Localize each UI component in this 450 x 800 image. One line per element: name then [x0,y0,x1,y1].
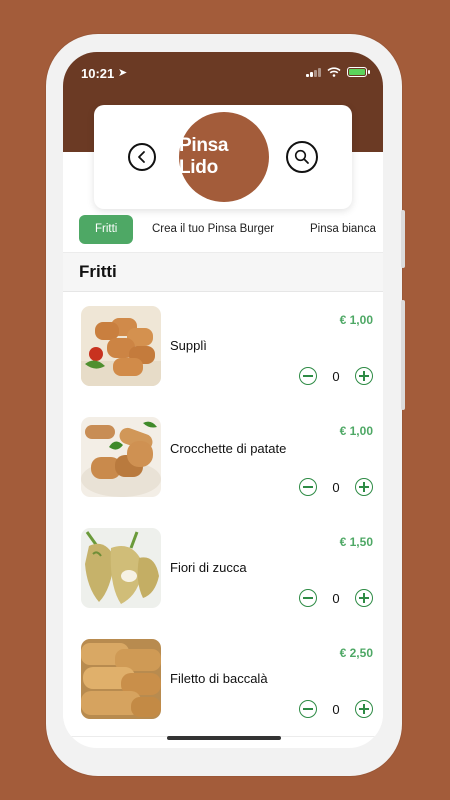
search-button[interactable] [286,141,318,173]
status-icons [306,67,370,77]
item-name: Filetto di baccalà [170,671,268,686]
plus-icon[interactable] [355,700,373,718]
chevron-left-icon [138,151,145,163]
menu-item[interactable]: Filetto di baccalà € 2,50 0 [63,625,383,737]
item-price: € 1,00 [339,313,373,327]
plus-icon[interactable] [355,589,373,607]
wifi-icon [327,67,341,77]
status-bar: 10:21 ➤ [63,64,383,84]
brand-logo: Pinsa Lido [179,112,269,202]
quantity-stepper: 0 [299,478,373,496]
category-tabs: Fritti Crea il tuo Pinsa Burger Pinsa bi… [63,215,383,245]
food-image [81,306,161,386]
minus-icon[interactable] [299,589,317,607]
food-image [81,417,161,497]
quantity-stepper: 0 [299,367,373,385]
item-name: Crocchette di patate [170,441,287,456]
quantity-value: 0 [332,701,340,717]
home-indicator[interactable] [167,736,281,740]
menu-item[interactable]: Crocchette di patate € 1,00 0 [63,403,383,515]
side-button [401,210,405,268]
minus-icon[interactable] [299,700,317,718]
quantity-stepper: 0 [299,589,373,607]
tab-crea-pinsa-burger[interactable]: Crea il tuo Pinsa Burger [152,215,274,244]
item-name: Fiori di zucca [170,560,247,575]
quantity-stepper: 0 [299,700,373,718]
battery-icon [347,67,370,77]
food-image [81,528,161,608]
location-icon: ➤ [118,67,128,79]
section-title: Fritti [79,262,117,281]
item-name: Supplì [170,338,207,353]
minus-icon[interactable] [299,478,317,496]
plus-icon[interactable] [355,367,373,385]
logo-text: Pinsa Lido [179,135,229,178]
quantity-value: 0 [332,368,340,384]
menu-item[interactable]: Supplì € 1,00 0 [63,292,383,404]
status-time: 10:21 [81,66,115,81]
food-image [81,639,161,719]
item-price: € 1,00 [339,424,373,438]
header-card: Pinsa Lido [94,105,352,209]
signal-icon [306,67,321,77]
item-price: € 2,50 [339,646,373,660]
app-screen: 10:21 ➤ Pinsa Lido Fritti Crea il tuo Pi… [63,52,383,748]
minus-icon[interactable] [299,367,317,385]
plus-icon[interactable] [355,478,373,496]
quantity-value: 0 [332,479,340,495]
search-icon [294,149,309,164]
quantity-value: 0 [332,590,340,606]
item-price: € 1,50 [339,535,373,549]
side-button [401,300,405,410]
tab-fritti[interactable]: Fritti [79,215,134,244]
menu-item[interactable]: Fiori di zucca € 1,50 0 [63,514,383,626]
tab-pinsa-bianca[interactable]: Pinsa bianca [310,215,376,244]
back-button[interactable] [128,143,156,171]
section-header: Fritti [63,252,383,292]
